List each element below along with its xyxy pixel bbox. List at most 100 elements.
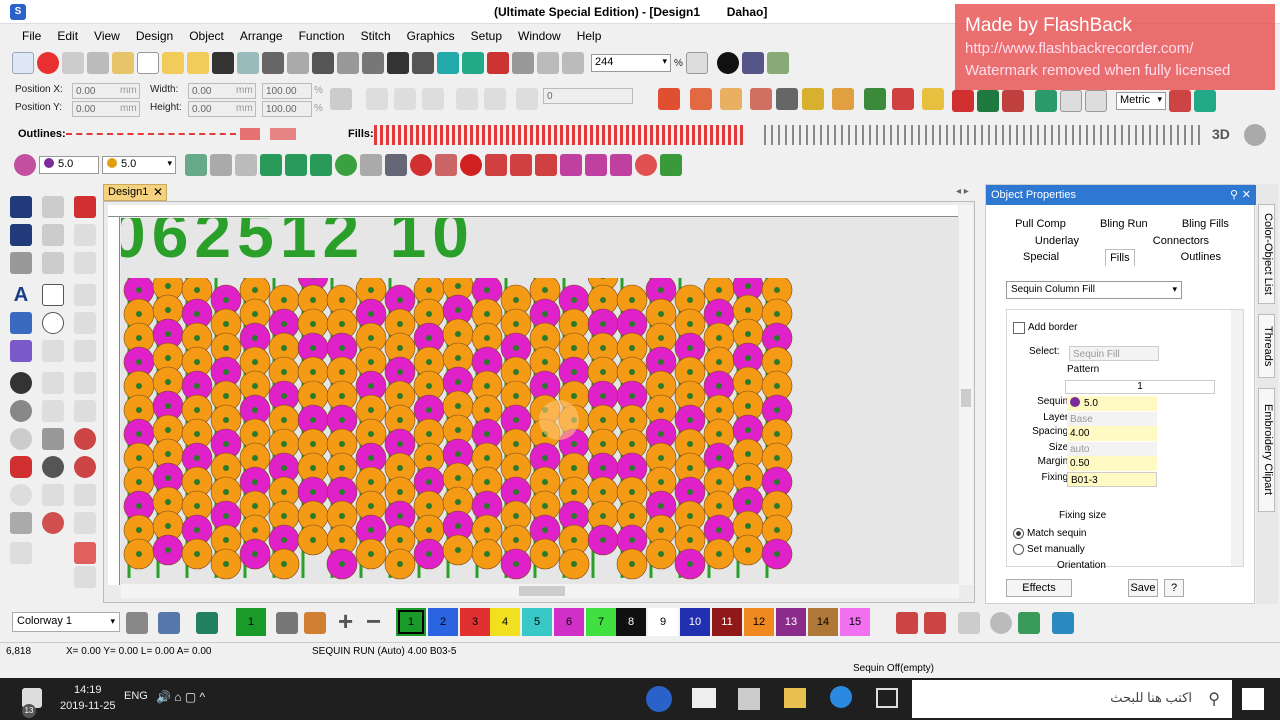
wilcom-icon[interactable] (37, 52, 59, 74)
star-icon[interactable] (922, 88, 944, 110)
pin-icon[interactable]: ⚲ (1230, 185, 1238, 205)
outline-satin-icon[interactable] (240, 128, 260, 140)
mirror-v-icon[interactable] (394, 88, 416, 110)
sequin-size-select-2[interactable]: 5.0 ▾ (102, 156, 176, 174)
bling-icon[interactable] (485, 154, 507, 176)
machine3-icon[interactable] (562, 52, 584, 74)
color-swatch[interactable]: 14 (808, 608, 838, 636)
tab-outlines[interactable]: Outlines (1177, 249, 1225, 266)
reshape-icon[interactable] (42, 196, 64, 218)
tray-icons[interactable]: 🔊 ⌂ ▢ ^ (156, 690, 205, 704)
color-swatch[interactable]: 1 (236, 608, 266, 636)
fill-tool-icon[interactable] (42, 400, 64, 422)
remove-color-icon[interactable]: − (366, 606, 381, 637)
effects-button[interactable]: Effects (1006, 579, 1072, 597)
paste-icon[interactable] (362, 52, 384, 74)
magnet-icon[interactable] (952, 90, 974, 112)
document-tab[interactable]: Design1 ✕ (103, 184, 167, 201)
rotate-right-icon[interactable] (484, 88, 506, 110)
tab-bling-run[interactable]: Bling Run (1096, 216, 1152, 233)
slash-icon[interactable] (958, 612, 980, 634)
run-tool-icon[interactable] (42, 372, 64, 394)
tool-icon[interactable] (776, 88, 798, 110)
menu-setup[interactable]: Setup (463, 26, 510, 46)
pen-icon[interactable] (10, 512, 32, 534)
export-icon[interactable] (237, 52, 259, 74)
trident-icon[interactable] (802, 88, 824, 110)
eyedropper-icon[interactable] (276, 612, 298, 634)
menu-arrange[interactable]: Arrange (232, 26, 291, 46)
color-swatch[interactable]: 9 (648, 608, 678, 636)
fill-type-select[interactable]: Sequin Column Fill ▾ (1006, 281, 1182, 299)
column-icon[interactable] (42, 340, 64, 362)
3d-icon[interactable]: 3D (1212, 126, 1230, 142)
trace-icon[interactable] (74, 252, 96, 274)
knife-icon[interactable] (74, 196, 96, 218)
save-button[interactable]: Save (1128, 579, 1158, 597)
shirt-icon[interactable] (977, 90, 999, 112)
hoop-tool-icon[interactable] (74, 224, 96, 246)
bling-letter-icon[interactable] (535, 154, 557, 176)
spool-icon[interactable] (1052, 612, 1074, 634)
sequin-circle-icon[interactable] (335, 154, 357, 176)
tab-pull-comp[interactable]: Pull Comp (1011, 216, 1070, 233)
peace-icon[interactable] (385, 154, 407, 176)
add-border-checkbox[interactable] (1013, 322, 1025, 334)
target-icon[interactable] (74, 428, 96, 450)
open-folder-icon[interactable] (162, 52, 184, 74)
sequin-grid-icon[interactable] (310, 154, 332, 176)
taskbar-search[interactable]: اكتب هنا للبحث ⚲ (912, 680, 1232, 718)
color-swatch[interactable]: 12 (744, 608, 774, 636)
info-icon[interactable] (716, 52, 739, 74)
sequin-path2-icon[interactable] (285, 154, 307, 176)
match-sequin-radio[interactable] (1013, 528, 1024, 539)
close-panel-icon[interactable]: ✕ (1242, 185, 1251, 205)
bling-circle-icon[interactable] (635, 154, 657, 176)
menu-function[interactable]: Function (291, 26, 353, 46)
fill-types-icon[interactable] (374, 125, 746, 145)
cut-icon[interactable] (312, 52, 334, 74)
color-swatch[interactable]: 2 (428, 608, 458, 636)
layer-field[interactable]: Base (1067, 412, 1157, 427)
no-sequin-icon[interactable] (410, 154, 432, 176)
windows-start-icon[interactable] (1242, 688, 1264, 710)
sequence-icon[interactable] (10, 252, 32, 274)
color-grid-icon[interactable] (158, 612, 180, 634)
fill-orange-icon[interactable] (690, 88, 712, 110)
bling-fill2-icon[interactable] (610, 154, 632, 176)
edge-icon[interactable] (830, 686, 852, 708)
diamond-icon[interactable] (10, 340, 32, 362)
color-swatch[interactable]: 5 (522, 608, 552, 636)
edit-nodes-icon[interactable] (10, 224, 32, 246)
rectangle-icon[interactable] (42, 284, 64, 306)
sequin-size-select-1[interactable]: 5.0 (39, 156, 99, 174)
hatch-icon[interactable] (660, 154, 682, 176)
loop-icon[interactable] (42, 512, 64, 534)
tab-connectors[interactable]: Connectors (1149, 233, 1213, 250)
rotate-icon[interactable] (516, 88, 538, 110)
sewing-machine-icon[interactable] (741, 52, 764, 74)
save-icon[interactable] (212, 52, 234, 74)
thread-chart-icon[interactable] (896, 612, 918, 634)
color-swatch[interactable]: 13 (776, 608, 806, 636)
tab-scroll-icon[interactable]: ◂ ▸ (956, 186, 969, 197)
unit-select[interactable]: Metric ▾ (1116, 92, 1166, 110)
side-tab-embroidery-clipart[interactable]: Embroidery Clipart (1258, 388, 1275, 512)
sequin-manual-icon[interactable] (210, 154, 232, 176)
app-taskbar-icon[interactable] (646, 686, 672, 712)
store-icon[interactable] (738, 688, 760, 710)
new-file-icon[interactable] (137, 52, 159, 74)
break-icon[interactable] (74, 400, 96, 422)
open-recent-icon[interactable] (187, 52, 209, 74)
resize-icon[interactable] (74, 512, 96, 534)
grid2-icon[interactable] (1085, 90, 1107, 112)
outline-zigzag-icon[interactable] (270, 128, 296, 140)
scale-width-field[interactable]: 100.00 (262, 83, 312, 99)
undo-icon[interactable] (387, 52, 409, 74)
canvas-vscroll[interactable] (959, 205, 973, 585)
task-view-icon[interactable] (876, 688, 898, 708)
grey-circle-icon[interactable] (990, 612, 1012, 634)
sequin-layer-icon[interactable] (360, 154, 382, 176)
scale-icon[interactable] (42, 252, 64, 274)
picture-icon[interactable] (864, 88, 886, 110)
